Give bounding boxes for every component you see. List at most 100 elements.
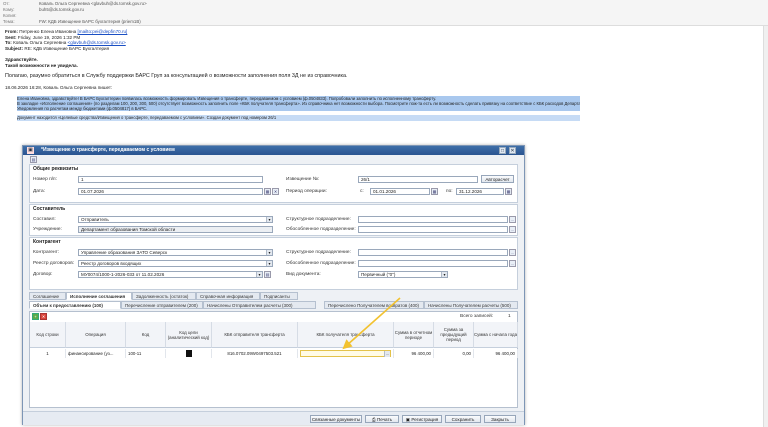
tab-agreement[interactable]: Соглашение xyxy=(29,292,66,300)
delete-row-icon[interactable]: ✕ xyxy=(40,313,47,320)
period-from-calendar-icon[interactable]: ▦ xyxy=(431,188,438,195)
subject-value: FW: КДБ Извещение БАРС бухгалтерия (prie… xyxy=(39,19,141,24)
total-label: Всего записей: xyxy=(460,314,494,319)
col-goal-code[interactable]: Код цели (аналитический код) xyxy=(166,322,212,348)
institution-input[interactable]: Департамент образования Томской области xyxy=(78,226,273,233)
quote-line-4: Документ находится «Целевые средства/Изв… xyxy=(17,115,580,121)
from-line-value: Петренко Елена Ивановна xyxy=(19,29,77,34)
col-receiver-kbk[interactable]: КБК получателя трансферта xyxy=(298,322,394,348)
add-row-icon[interactable]: + xyxy=(32,313,39,320)
separate2-input[interactable] xyxy=(358,260,508,267)
col-code[interactable]: Код xyxy=(126,322,166,348)
subject-line-value: RE: КДБ Извещение БАРС Бухгалтерия xyxy=(24,45,110,51)
tab-execution[interactable]: Исполнение соглашения xyxy=(66,292,132,300)
composer-select[interactable]: Отправитель ▾ xyxy=(78,216,273,223)
contract-value: МУ0074/1000-1-2026-033 от 11.02.2026 xyxy=(81,272,165,277)
cell-sum-prev[interactable]: 0,00 xyxy=(434,349,474,358)
tab-returns-400[interactable]: Перечислено Получателем возвратов (400) xyxy=(324,301,424,309)
to-value[interactable]: buh5@ds.tomsk.gov.ru xyxy=(39,7,84,12)
general-section: Общие реквизиты Номер п/п: 1 Извещение №… xyxy=(29,164,518,203)
col-sender-kbk[interactable]: КБК отправителя трансферта xyxy=(212,322,298,348)
counterparty-select[interactable]: Управление образования ЗАТО Северск ▾ xyxy=(78,249,273,256)
notice-input[interactable]: 26/1 xyxy=(358,176,478,183)
close-button[interactable]: Закрыть xyxy=(484,415,516,423)
contract-select[interactable]: МУ0074/1000-1-2026-033 от 11.02.2026 ▾ xyxy=(78,271,263,278)
cell-operation[interactable]: финансирование (уз... xyxy=(66,349,126,358)
col-line-code[interactable]: Код строки xyxy=(30,322,66,348)
period-to-input[interactable]: 31.12.2026 xyxy=(456,188,504,195)
date-calendar-icon[interactable]: ▦ xyxy=(264,188,271,195)
counterparty-heading: Контрагент xyxy=(33,239,61,245)
linked-docs-button[interactable]: Связанные документы xyxy=(310,415,362,423)
registry-select[interactable]: Реестр договоров входящих ▾ xyxy=(78,260,273,267)
col-sum-year[interactable]: Сумма с начала года xyxy=(474,322,518,348)
chevron-down-icon[interactable]: ▾ xyxy=(266,250,272,255)
col-operation[interactable]: Операция xyxy=(66,322,126,348)
cell-sum-year[interactable]: 96 400,00 xyxy=(474,349,518,358)
print-button[interactable]: ⎙ Печать xyxy=(365,415,399,423)
chevron-down-icon[interactable]: ▾ xyxy=(441,272,447,277)
separate-label: Обособленное подразделение: xyxy=(286,227,356,232)
date-label: Дата: xyxy=(33,189,45,194)
tab-accrued-500[interactable]: Начислены Получателем расчеты (500) xyxy=(424,301,518,309)
separate2-lookup-icon[interactable]: … xyxy=(509,260,516,267)
execution-grid: + ✕ Всего записей: 1 Код строки Операция… xyxy=(29,311,518,408)
struct2-label: Структурное подразделение: xyxy=(286,250,351,255)
autocalc-button[interactable]: Авторасчет xyxy=(481,175,514,183)
period-to-calendar-icon[interactable]: ▦ xyxy=(505,188,512,195)
composer-label: Составил: xyxy=(33,217,56,222)
tab-transfer-200[interactable]: Перечисление отправителем (200) xyxy=(121,301,203,309)
struct2-input[interactable] xyxy=(358,249,508,256)
print-label: Печать xyxy=(376,417,392,422)
cell-goal-code[interactable] xyxy=(166,349,212,358)
subject-label: Тема: xyxy=(3,19,15,24)
period-from-input[interactable]: 01.01.2026 xyxy=(370,188,430,195)
goal-code-marker xyxy=(185,350,192,357)
doctype-value: Первичный ("0") xyxy=(361,272,396,277)
cell-sender-kbk[interactable]: 816.0702.09W0497503.521 xyxy=(212,349,298,358)
close-icon[interactable]: ✕ xyxy=(509,147,516,154)
tab-signers[interactable]: Подписанты xyxy=(260,292,298,300)
email-header: От: Коваль Ольга Сергеевна <glavbuh@ds.to… xyxy=(0,0,768,26)
cell-code[interactable]: 100-11 xyxy=(126,349,166,358)
tab-volume-100[interactable]: Объем к предоставлению (100) xyxy=(29,301,121,309)
contract-label: Договор: xyxy=(33,272,53,277)
contract-open-icon[interactable]: ▤ xyxy=(264,271,271,278)
period-from-label: с: xyxy=(360,189,364,194)
counterparty-value: Управление образования ЗАТО Северск xyxy=(81,250,168,255)
tab-reference[interactable]: Справочная информация xyxy=(196,292,260,300)
cell-receiver-kbk[interactable]: … xyxy=(298,349,394,358)
total-value: 1 xyxy=(508,314,511,319)
num-input[interactable]: 1 xyxy=(78,176,263,183)
maximize-icon[interactable]: □ xyxy=(499,147,506,154)
col-sum-prev[interactable]: Сумма за предыдущий период xyxy=(434,322,474,348)
receiver-kbk-input[interactable]: … xyxy=(300,350,391,357)
from-value[interactable]: Коваль Ольга Сергеевна <glavbuh@ds.tomsk… xyxy=(39,1,147,6)
tab-accrued-300[interactable]: Начислены Отправителем расчеты (300) xyxy=(203,301,316,309)
num-label: Номер п/п: xyxy=(33,177,57,182)
date-input[interactable]: 01.07.2026 xyxy=(78,188,263,195)
to-line-link[interactable]: <glavbuh@ds.tomsk.gov.ru> xyxy=(68,40,126,45)
chevron-down-icon[interactable]: ▾ xyxy=(266,261,272,266)
cell-line-code[interactable]: 1 xyxy=(30,349,66,358)
subject-line-label: Subject: xyxy=(5,45,24,51)
chevron-down-icon[interactable]: ▾ xyxy=(256,272,262,277)
register-button[interactable]: ▣ Регистрация xyxy=(402,415,442,423)
save-icon[interactable]: ▤ xyxy=(30,156,37,163)
cell-sum-period[interactable]: 96 400,00 xyxy=(394,349,434,358)
tab-debt[interactable]: Задолженность (остаток) xyxy=(132,292,196,300)
struct2-lookup-icon[interactable]: … xyxy=(509,249,516,256)
date-clear-icon[interactable]: ✕ xyxy=(272,188,279,195)
lookup-icon[interactable]: … xyxy=(384,351,390,357)
window-app-icon: ▣ xyxy=(27,147,34,154)
separate-lookup-icon[interactable]: … xyxy=(509,226,516,233)
save-button[interactable]: Сохранить xyxy=(445,415,481,423)
col-sum-period[interactable]: Сумма в отчетном периоде xyxy=(394,322,434,348)
doctype-select[interactable]: Первичный ("0") ▾ xyxy=(358,271,448,278)
chevron-down-icon[interactable]: ▾ xyxy=(266,217,272,222)
email-scrollbar[interactable] xyxy=(763,26,768,427)
separate-input[interactable] xyxy=(358,226,508,233)
struct-input[interactable] xyxy=(358,216,508,223)
from-line-link[interactable]: [mailto:pei@depfin70.ru] xyxy=(77,29,127,34)
struct-lookup-icon[interactable]: … xyxy=(509,216,516,223)
